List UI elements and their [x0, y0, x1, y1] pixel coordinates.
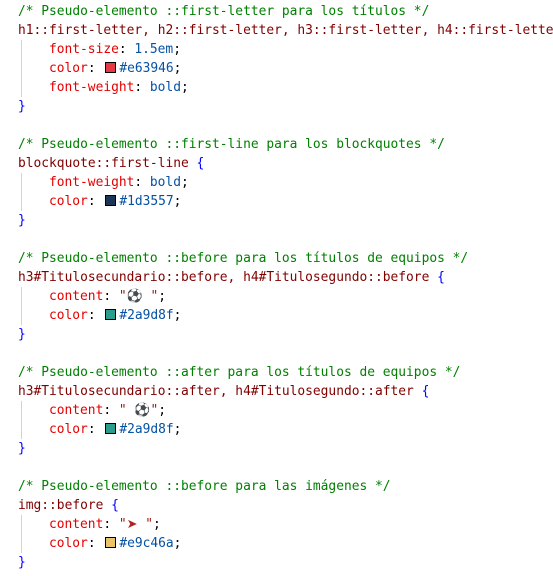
css-property: color	[49, 536, 88, 551]
css-code-area[interactable]: /* Pseudo-elemento ::first-letter para l…	[18, 2, 553, 572]
code-line[interactable]: }	[18, 211, 553, 230]
open-brace: {	[196, 156, 205, 171]
code-comment: /* Pseudo-elemento ::first-letter para l…	[18, 4, 430, 19]
css-property: font-weight	[49, 175, 135, 190]
code-line[interactable]: h3#Titulosecundario::after, h4#Tituloseg…	[18, 382, 553, 401]
css-value: #2a9d8f	[119, 422, 174, 437]
indent-guide	[21, 515, 22, 534]
close-brace: }	[18, 327, 26, 342]
css-value: 1.5em	[134, 42, 174, 57]
css-property: font-weight	[49, 80, 135, 95]
blank-line[interactable]	[18, 230, 553, 249]
code-line[interactable]: }	[18, 325, 553, 344]
code-line[interactable]: font-size: 1.5em;	[18, 40, 553, 59]
open-brace: {	[421, 384, 430, 399]
soccer-ball-icon: ⚽	[126, 289, 143, 304]
code-line[interactable]: font-weight: bold;	[18, 173, 553, 192]
color-swatch[interactable]	[105, 423, 117, 434]
css-property: color	[49, 61, 88, 76]
code-line[interactable]: font-weight: bold;	[18, 78, 553, 97]
code-line[interactable]: color: #e63946;	[18, 59, 553, 78]
css-property: color	[49, 194, 88, 209]
close-brace: }	[18, 441, 26, 456]
code-line[interactable]: img::before {	[18, 496, 553, 515]
css-property: content	[49, 403, 104, 418]
indent-guide	[21, 420, 22, 439]
css-value: bold	[149, 80, 181, 95]
code-line[interactable]: content: "➤ ";	[18, 515, 553, 534]
indent-guide	[21, 287, 22, 306]
css-selector: h1::first-letter, h2::first-letter, h3::…	[18, 23, 553, 38]
string-quote: "	[118, 403, 135, 418]
indent-guide	[21, 173, 22, 192]
code-line[interactable]: content: " ⚽";	[18, 401, 553, 420]
code-line[interactable]: /* Pseudo-elemento ::before para los tít…	[18, 249, 553, 268]
code-line[interactable]: color: #1d3557;	[18, 192, 553, 211]
blank-line[interactable]	[18, 344, 553, 363]
close-brace: }	[18, 555, 26, 570]
blank-line[interactable]	[18, 458, 553, 477]
css-property: content	[49, 289, 104, 304]
string-quote: "	[118, 517, 127, 532]
css-value: #1d3557	[119, 194, 174, 209]
css-value: #2a9d8f	[119, 308, 174, 323]
code-line[interactable]: h1::first-letter, h2::first-letter, h3::…	[18, 21, 553, 40]
code-line[interactable]: /* Pseudo-elemento ::before para las imá…	[18, 477, 553, 496]
code-comment: /* Pseudo-elemento ::before para los tít…	[18, 251, 469, 266]
code-line[interactable]: }	[18, 553, 553, 572]
code-line[interactable]: blockquote::first-line {	[18, 154, 553, 173]
css-property: content	[49, 517, 104, 532]
open-brace: {	[437, 270, 445, 285]
code-line[interactable]: color: #2a9d8f;	[18, 306, 553, 325]
code-line[interactable]: }	[18, 97, 553, 116]
css-selector: h3#Titulosecundario::after, h4#Tituloseg…	[18, 384, 414, 399]
css-property: color	[49, 422, 88, 437]
css-value: bold	[149, 175, 181, 190]
string-quote: "	[118, 289, 127, 304]
indent-guide	[21, 40, 22, 59]
open-brace: {	[111, 498, 119, 513]
code-line[interactable]: }	[18, 439, 553, 458]
css-selector: img::before	[18, 498, 104, 513]
css-value: #e63946	[119, 61, 174, 76]
code-line[interactable]: /* Pseudo-elemento ::first-letter para l…	[18, 2, 553, 21]
code-line[interactable]: color: #e9c46a;	[18, 534, 553, 553]
indent-guide	[21, 78, 22, 97]
code-line[interactable]: h3#Titulosecundario::before, h4#Titulose…	[18, 268, 553, 287]
code-comment: /* Pseudo-elemento ::first-line para los…	[18, 137, 445, 152]
css-property: color	[49, 308, 88, 323]
color-swatch[interactable]	[105, 62, 117, 73]
indent-guide	[21, 534, 22, 553]
string-quote: "	[142, 289, 159, 304]
soccer-ball-icon: ⚽	[134, 403, 151, 418]
css-property: font-size	[49, 42, 119, 57]
arrow-icon: ➤	[126, 517, 138, 532]
code-line[interactable]: /* Pseudo-elemento ::first-line para los…	[18, 135, 553, 154]
code-editor[interactable]: /* Pseudo-elemento ::first-letter para l…	[0, 0, 553, 576]
code-comment: /* Pseudo-elemento ::before para las imá…	[18, 479, 391, 494]
code-line[interactable]: content: "⚽ ";	[18, 287, 553, 306]
css-value: #e9c46a	[119, 536, 174, 551]
css-selector: blockquote::first-line	[18, 156, 189, 171]
indent-guide	[21, 401, 22, 420]
string-quote: "	[137, 517, 153, 532]
indent-guide	[21, 192, 22, 211]
indent-guide	[21, 59, 22, 78]
color-swatch[interactable]	[105, 195, 117, 206]
color-swatch[interactable]	[105, 537, 117, 548]
blank-line[interactable]	[18, 116, 553, 135]
close-brace: }	[18, 213, 26, 228]
color-swatch[interactable]	[105, 309, 117, 320]
css-selector: h3#Titulosecundario::before, h4#Titulose…	[18, 270, 430, 285]
code-line[interactable]: color: #2a9d8f;	[18, 420, 553, 439]
indent-guide	[21, 306, 22, 325]
code-line[interactable]: /* Pseudo-elemento ::after para los títu…	[18, 363, 553, 382]
close-brace: }	[18, 99, 26, 114]
code-comment: /* Pseudo-elemento ::after para los títu…	[18, 365, 461, 380]
